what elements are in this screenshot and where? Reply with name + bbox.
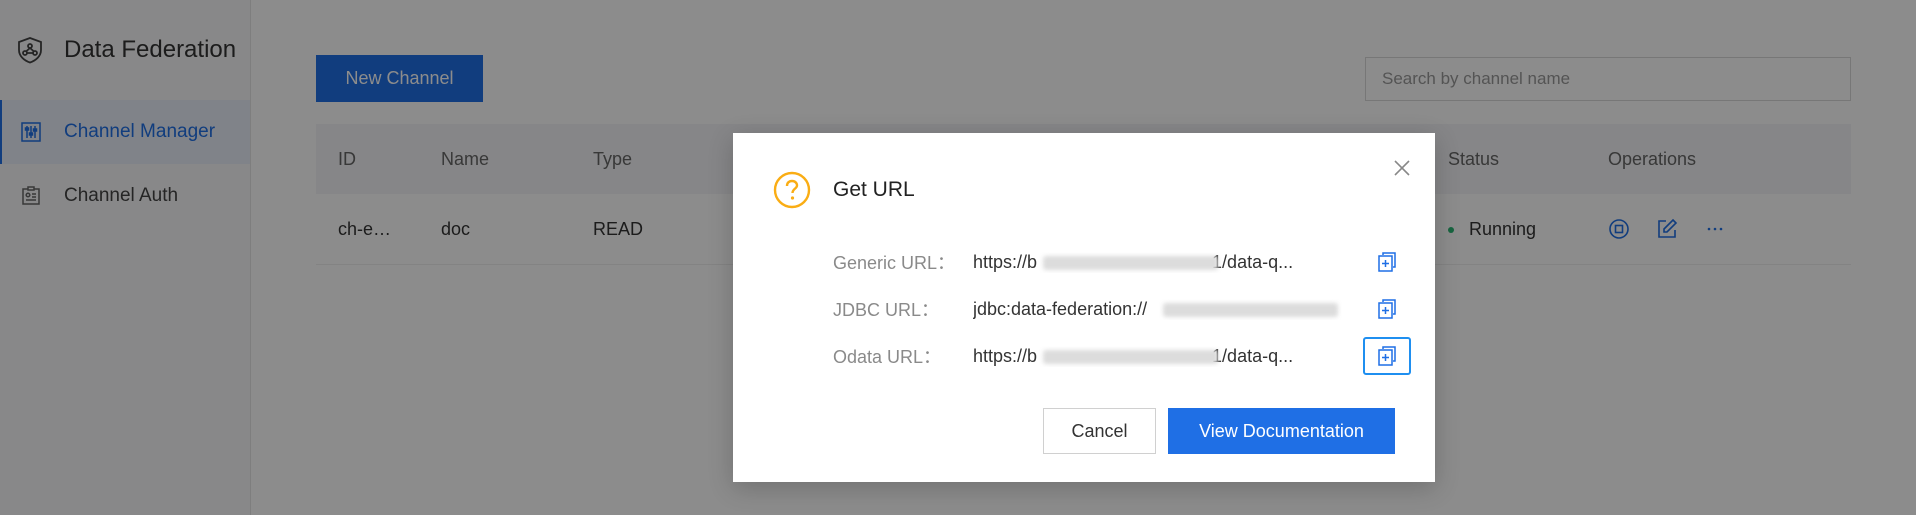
url-label: JDBC URL：: [833, 300, 940, 320]
view-documentation-button[interactable]: View Documentation: [1168, 408, 1395, 454]
url-row-generic: Generic URL： https://b 1/data-q...: [833, 242, 1411, 282]
copy-button[interactable]: [1363, 243, 1411, 281]
modal-footer: Cancel View Documentation: [1043, 408, 1395, 454]
url-label: Odata URL：: [833, 347, 942, 367]
url-value: https://b 1/data-q...: [973, 252, 1351, 273]
url-row-jdbc: JDBC URL： jdbc:data-federation://: [833, 289, 1411, 329]
modal-header: Get URL: [773, 171, 915, 209]
url-value-head: jdbc:data-federation://: [973, 298, 1148, 319]
url-value: https://b 1/data-q...: [973, 346, 1351, 367]
question-icon: [773, 171, 811, 209]
url-label: Generic URL：: [833, 253, 956, 273]
redacted-blur: [1043, 255, 1218, 270]
copy-button[interactable]: [1363, 337, 1411, 375]
redacted-blur: [1043, 349, 1218, 364]
url-value-tail: 1/data-q...: [1212, 251, 1294, 272]
modal-title: Get URL: [833, 178, 915, 201]
redacted-blur: [1163, 302, 1338, 317]
get-url-modal: Get URL Generic URL： https://b 1/data-q..…: [733, 133, 1435, 482]
close-icon[interactable]: [1391, 157, 1413, 179]
url-value-head: https://b: [973, 345, 1038, 366]
copy-button[interactable]: [1363, 290, 1411, 328]
cancel-button[interactable]: Cancel: [1043, 408, 1156, 454]
url-value: jdbc:data-federation://: [973, 299, 1351, 320]
url-value-tail: 1/data-q...: [1212, 345, 1294, 366]
url-value-head: https://b: [973, 251, 1038, 272]
url-row-odata: Odata URL： https://b 1/data-q...: [833, 336, 1411, 376]
